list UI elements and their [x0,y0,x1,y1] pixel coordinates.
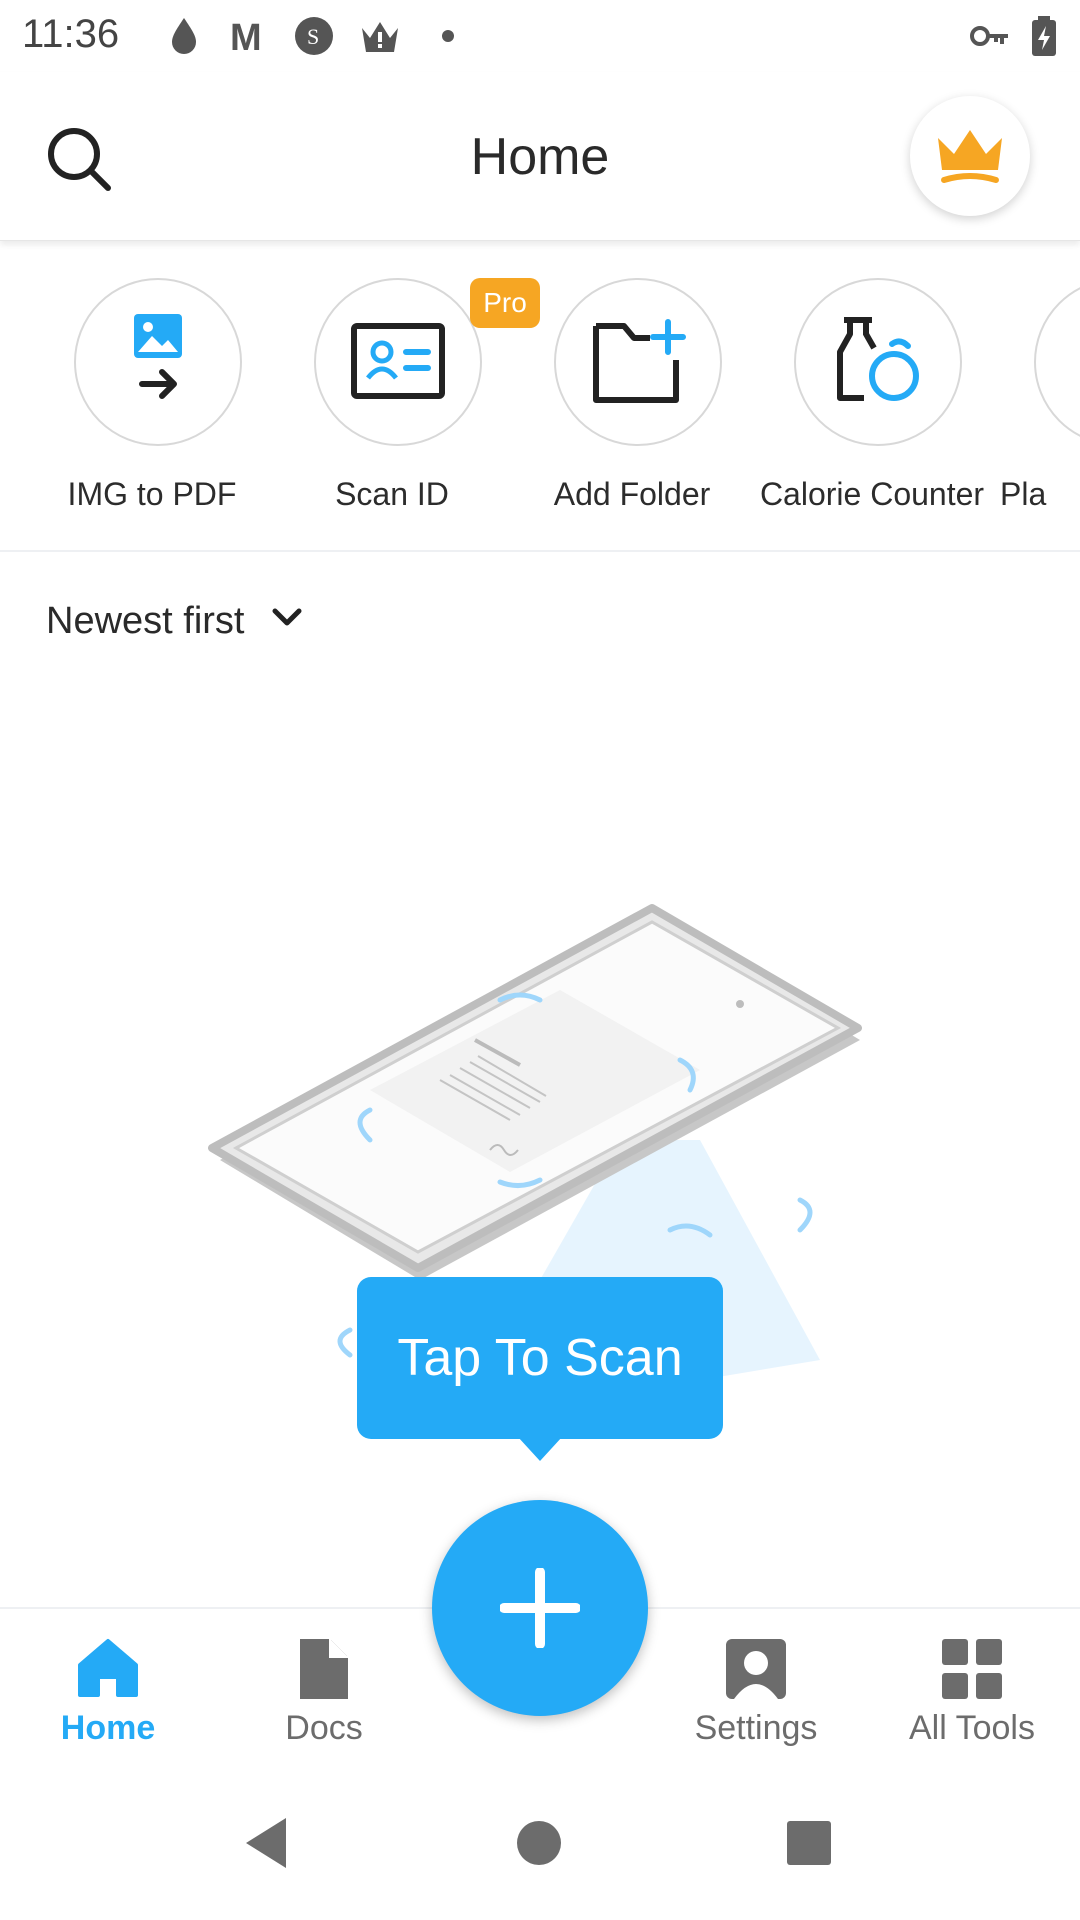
tool-circle [314,278,482,446]
home-icon [78,1639,138,1697]
system-navigation-bar [0,1780,1080,1920]
quick-tools-row: IMG to PDF Pro Scan ID Add Folder Calori… [0,240,1080,552]
dot-icon [442,30,454,42]
svg-text:S: S [307,24,319,49]
nav-item-all-tools[interactable]: All Tools [864,1609,1080,1754]
plan-icon [1068,312,1080,412]
tool-plan[interactable]: Pla [992,240,1080,550]
tool-scan-id[interactable]: Pro Scan ID [272,240,540,550]
scan-fab-button[interactable] [432,1500,648,1716]
image-to-pdf-icon [134,314,182,399]
nav-label: Docs [285,1709,363,1747]
sort-dropdown[interactable]: Newest first [46,600,307,660]
chevron-down-icon [272,608,302,626]
nav-item-home[interactable]: Home [0,1609,216,1754]
nav-label: All Tools [909,1709,1035,1747]
tap-to-scan-tooltip[interactable]: Tap To Scan [357,1277,723,1439]
calorie-counter-icon [837,317,919,401]
vpn-key-icon [970,26,1008,46]
document-icon [300,1639,348,1699]
tool-circle [794,278,962,446]
back-icon[interactable] [242,1816,292,1870]
tool-circle [1034,278,1080,446]
nav-item-settings[interactable]: Settings [648,1609,864,1754]
nav-label: Settings [694,1709,818,1747]
tool-circle [554,278,722,446]
tool-label: Scan ID [335,476,449,512]
tool-label: Add Folder [553,476,711,512]
top-app-bar: Home [0,72,1080,241]
tool-img-to-pdf[interactable]: IMG to PDF [32,240,272,550]
profile-icon [726,1639,786,1699]
tool-label: Calorie Counter [759,476,985,512]
svg-text:M: M [230,17,262,58]
tool-calorie-counter[interactable]: Calorie Counter [752,240,992,550]
water-drop-icon [172,18,196,54]
tool-circle [74,278,242,446]
s-badge-icon: S [295,17,333,55]
tool-add-folder[interactable]: Add Folder [512,240,752,550]
battery-charging-icon [1032,16,1056,56]
nav-label: Home [60,1709,156,1747]
recents-icon[interactable] [786,1820,832,1866]
crown-alert-icon [362,22,398,52]
tooltip-arrow [518,1437,562,1461]
add-folder-icon [593,319,686,403]
id-card-icon [351,323,445,399]
grid-icon [942,1639,1002,1699]
sort-label: Newest first [46,600,245,642]
gmail-m-icon: M [230,17,262,58]
nav-item-docs[interactable]: Docs [216,1609,432,1754]
home-circle-icon[interactable] [516,1820,562,1866]
crown-icon [938,130,1002,183]
status-bar: 11:36 M S [0,0,1080,72]
plus-icon [500,1568,580,1648]
tool-label: Pla [1000,476,1047,512]
premium-button[interactable] [910,96,1030,216]
status-time: 11:36 [22,12,120,56]
tool-label: IMG to PDF [67,476,237,512]
